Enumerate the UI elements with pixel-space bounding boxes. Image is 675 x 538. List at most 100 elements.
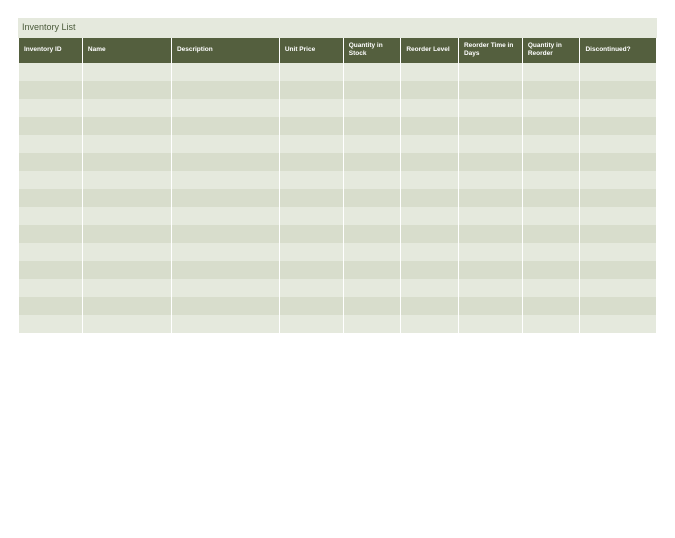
table-cell[interactable] [401, 135, 458, 153]
table-cell[interactable] [580, 81, 656, 99]
table-cell[interactable] [280, 279, 343, 297]
table-cell[interactable] [83, 117, 171, 135]
table-cell[interactable] [580, 63, 656, 81]
table-cell[interactable] [344, 63, 401, 81]
table-cell[interactable] [280, 117, 343, 135]
table-cell[interactable] [83, 225, 171, 243]
table-cell[interactable] [580, 315, 656, 333]
table-cell[interactable] [401, 207, 458, 225]
table-cell[interactable] [580, 243, 656, 261]
table-cell[interactable] [459, 117, 522, 135]
table-cell[interactable] [172, 171, 279, 189]
table-cell[interactable] [19, 81, 82, 99]
table-cell[interactable] [83, 315, 171, 333]
table-cell[interactable] [172, 297, 279, 315]
table-cell[interactable] [172, 279, 279, 297]
table-cell[interactable] [19, 189, 82, 207]
table-cell[interactable] [459, 225, 522, 243]
table-cell[interactable] [172, 315, 279, 333]
table-cell[interactable] [19, 135, 82, 153]
table-cell[interactable] [401, 279, 458, 297]
table-cell[interactable] [459, 135, 522, 153]
table-cell[interactable] [172, 225, 279, 243]
table-cell[interactable] [459, 63, 522, 81]
table-cell[interactable] [459, 297, 522, 315]
table-cell[interactable] [523, 171, 580, 189]
table-cell[interactable] [401, 81, 458, 99]
table-cell[interactable] [401, 225, 458, 243]
table-cell[interactable] [523, 297, 580, 315]
table-cell[interactable] [83, 153, 171, 171]
table-cell[interactable] [280, 297, 343, 315]
table-cell[interactable] [523, 81, 580, 99]
table-cell[interactable] [580, 261, 656, 279]
table-cell[interactable] [580, 189, 656, 207]
table-cell[interactable] [172, 117, 279, 135]
table-cell[interactable] [344, 81, 401, 99]
table-cell[interactable] [172, 81, 279, 99]
table-cell[interactable] [83, 279, 171, 297]
table-cell[interactable] [172, 63, 279, 81]
table-cell[interactable] [344, 153, 401, 171]
table-cell[interactable] [401, 297, 458, 315]
table-cell[interactable] [523, 189, 580, 207]
table-cell[interactable] [280, 171, 343, 189]
table-cell[interactable] [19, 171, 82, 189]
table-cell[interactable] [172, 207, 279, 225]
table-cell[interactable] [459, 261, 522, 279]
table-cell[interactable] [280, 99, 343, 117]
table-cell[interactable] [172, 189, 279, 207]
table-cell[interactable] [523, 99, 580, 117]
table-cell[interactable] [83, 297, 171, 315]
table-cell[interactable] [523, 63, 580, 81]
table-cell[interactable] [280, 135, 343, 153]
table-cell[interactable] [344, 225, 401, 243]
table-cell[interactable] [401, 63, 458, 81]
table-cell[interactable] [19, 279, 82, 297]
table-cell[interactable] [83, 207, 171, 225]
table-cell[interactable] [280, 153, 343, 171]
table-cell[interactable] [459, 279, 522, 297]
table-cell[interactable] [523, 225, 580, 243]
table-cell[interactable] [344, 99, 401, 117]
table-cell[interactable] [344, 315, 401, 333]
table-cell[interactable] [580, 135, 656, 153]
table-cell[interactable] [523, 279, 580, 297]
table-cell[interactable] [344, 279, 401, 297]
table-cell[interactable] [280, 207, 343, 225]
table-cell[interactable] [459, 81, 522, 99]
table-cell[interactable] [459, 207, 522, 225]
table-cell[interactable] [19, 117, 82, 135]
table-cell[interactable] [280, 261, 343, 279]
table-cell[interactable] [580, 153, 656, 171]
table-cell[interactable] [523, 135, 580, 153]
table-cell[interactable] [19, 315, 82, 333]
table-cell[interactable] [83, 261, 171, 279]
table-cell[interactable] [19, 297, 82, 315]
table-cell[interactable] [580, 171, 656, 189]
table-cell[interactable] [459, 243, 522, 261]
table-cell[interactable] [83, 63, 171, 81]
table-cell[interactable] [280, 243, 343, 261]
table-cell[interactable] [19, 225, 82, 243]
table-cell[interactable] [523, 153, 580, 171]
table-cell[interactable] [83, 135, 171, 153]
table-cell[interactable] [172, 135, 279, 153]
table-cell[interactable] [459, 153, 522, 171]
table-cell[interactable] [459, 99, 522, 117]
table-cell[interactable] [19, 243, 82, 261]
table-cell[interactable] [280, 81, 343, 99]
table-cell[interactable] [459, 171, 522, 189]
table-cell[interactable] [19, 261, 82, 279]
table-cell[interactable] [344, 243, 401, 261]
table-cell[interactable] [459, 315, 522, 333]
table-cell[interactable] [19, 99, 82, 117]
table-cell[interactable] [280, 315, 343, 333]
table-cell[interactable] [523, 117, 580, 135]
table-cell[interactable] [344, 135, 401, 153]
table-cell[interactable] [280, 63, 343, 81]
table-cell[interactable] [580, 117, 656, 135]
table-cell[interactable] [401, 117, 458, 135]
table-cell[interactable] [401, 189, 458, 207]
table-cell[interactable] [83, 243, 171, 261]
